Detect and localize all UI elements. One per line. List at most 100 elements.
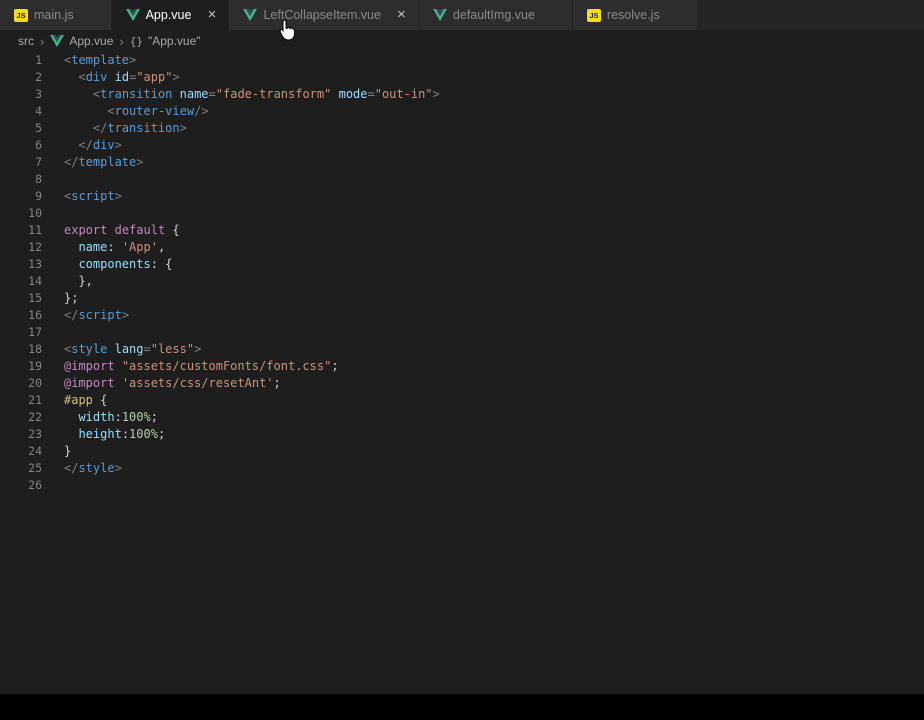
chevron-right-icon: › xyxy=(119,33,124,49)
code-line[interactable]: 15}; xyxy=(0,290,924,307)
line-content: </transition> xyxy=(92,121,187,135)
code-line[interactable]: 5 </transition> xyxy=(0,120,924,137)
line-content: }; xyxy=(64,291,79,305)
line-content xyxy=(42,477,64,494)
code-line[interactable]: 11 export default { xyxy=(0,222,924,239)
js-icon: JS xyxy=(14,8,28,22)
code-line[interactable]: 18 <style lang="less"> xyxy=(0,341,924,358)
line-number: 20 xyxy=(28,376,42,390)
line-content: name: 'App', xyxy=(78,240,166,254)
line-number: 14 xyxy=(28,274,42,288)
line-number: 18 xyxy=(28,342,42,356)
line-number: 10 xyxy=(28,206,42,220)
code-line[interactable]: 17 xyxy=(0,324,924,341)
code-line[interactable]: 23 height:100%; xyxy=(0,426,924,443)
close-icon[interactable]: × xyxy=(203,6,220,24)
line-content: }, xyxy=(64,274,93,288)
code-line[interactable]: 26 xyxy=(0,477,924,494)
code-line[interactable]: 10 xyxy=(0,205,924,222)
line-number: 6 xyxy=(35,138,42,152)
breadcrumb-symbol[interactable]: "App.vue" xyxy=(148,34,201,48)
line-number: 4 xyxy=(35,104,42,118)
tab-leftcollapseitem-vue[interactable]: LeftCollapseItem.vue × xyxy=(229,0,419,30)
code-lines: 1 <template> 2 <div id="app"> 3 <transition… xyxy=(0,52,924,494)
line-number: 8 xyxy=(35,172,42,186)
vue-icon xyxy=(125,9,140,21)
line-number: 2 xyxy=(35,70,42,84)
code-line[interactable]: 3 <transition name="fade-transform" mode… xyxy=(0,86,924,103)
line-number: 17 xyxy=(28,325,42,339)
line-content: components: { xyxy=(78,257,173,271)
line-content: width:100%; xyxy=(78,410,158,424)
line-number: 9 xyxy=(35,189,42,203)
line-content: #app { xyxy=(64,393,108,407)
line-number: 13 xyxy=(28,257,42,271)
line-content: </div> xyxy=(78,138,122,152)
code-line[interactable]: 16 </script> xyxy=(0,307,924,324)
line-content: <router-view/> xyxy=(107,104,209,118)
line-content: <script> xyxy=(64,189,122,203)
line-number: 23 xyxy=(28,427,42,441)
breadcrumb-src[interactable]: src xyxy=(18,34,34,48)
code-line[interactable]: 14 }, xyxy=(0,273,924,290)
line-content: </template> xyxy=(64,155,144,169)
line-number: 26 xyxy=(28,478,42,492)
line-number: 22 xyxy=(28,410,42,424)
tab-defaultimg-vue[interactable]: defaultImg.vue× xyxy=(418,0,573,30)
tab-label: defaultImg.vue xyxy=(452,8,535,22)
code-line[interactable]: 8 xyxy=(0,171,924,188)
code-line[interactable]: 25 </style> xyxy=(0,460,924,477)
code-line[interactable]: 19 @import "assets/customFonts/font.css"; xyxy=(0,358,924,375)
tab-main-js[interactable]: JSmain.js× xyxy=(0,0,112,30)
code-line[interactable]: 9 <script> xyxy=(0,188,924,205)
line-number: 12 xyxy=(28,240,42,254)
line-content xyxy=(42,324,64,341)
close-icon[interactable]: × xyxy=(393,6,410,24)
line-number: 7 xyxy=(35,155,42,169)
line-content xyxy=(42,171,64,188)
line-content: </script> xyxy=(64,308,130,322)
code-line[interactable]: 6 </div> xyxy=(0,137,924,154)
tab-bar: JSmain.js×App.vue×LeftCollapseItem.vue×d… xyxy=(0,0,924,30)
line-content: <transition name="fade-transform" mode="… xyxy=(92,87,440,101)
line-content: @import 'assets/css/resetAnt'; xyxy=(64,376,281,390)
tab-app-vue[interactable]: App.vue × xyxy=(111,0,230,30)
code-line[interactable]: 24} xyxy=(0,443,924,460)
js-icon: JS xyxy=(586,8,601,22)
code-line[interactable]: 2 <div id="app"> xyxy=(0,69,924,86)
line-number: 3 xyxy=(35,87,42,101)
code-line[interactable]: 12 name: 'App', xyxy=(0,239,924,256)
line-number: 11 xyxy=(28,223,42,237)
line-content: height:100%; xyxy=(78,427,166,441)
line-content: </style> xyxy=(64,461,122,475)
chevron-right-icon: › xyxy=(40,33,45,49)
code-line[interactable]: 21 #app { xyxy=(0,392,924,409)
tab-resolve-js[interactable]: JSresolve.js× xyxy=(572,0,698,30)
tab-label: resolve.js xyxy=(606,8,660,22)
line-content: <template> xyxy=(64,53,137,67)
code-line[interactable]: 22 width:100%; xyxy=(0,409,924,426)
line-number: 5 xyxy=(35,121,42,135)
line-content: <div id="app"> xyxy=(78,70,180,84)
code-line[interactable]: 7 </template> xyxy=(0,154,924,171)
line-content: export default { xyxy=(64,223,180,237)
line-content: @import "assets/customFonts/font.css"; xyxy=(64,359,339,373)
breadcrumb-file[interactable]: App.vue xyxy=(69,34,113,48)
code-line[interactable]: 1 <template> xyxy=(0,52,924,69)
vscode-window: JSmain.js×App.vue×LeftCollapseItem.vue×d… xyxy=(0,0,924,720)
line-content xyxy=(42,205,64,222)
code-line[interactable]: 20 @import 'assets/css/resetAnt'; xyxy=(0,375,924,392)
code-line[interactable]: 4 <router-view/> xyxy=(0,103,924,120)
line-number: 24 xyxy=(28,444,42,458)
tab-label: main.js xyxy=(34,8,74,22)
line-number: 21 xyxy=(28,393,42,407)
code-line[interactable]: 13 components: { xyxy=(0,256,924,273)
line-number: 25 xyxy=(28,461,42,475)
editor[interactable]: 1 <template> 2 <div id="app"> 3 <transition… xyxy=(0,52,924,494)
line-number: 1 xyxy=(35,53,42,67)
line-number: 16 xyxy=(28,308,42,322)
line-number: 15 xyxy=(28,291,42,305)
symbol-string-icon: {} xyxy=(129,34,143,48)
vue-icon xyxy=(50,35,65,47)
line-number: 19 xyxy=(28,359,42,373)
